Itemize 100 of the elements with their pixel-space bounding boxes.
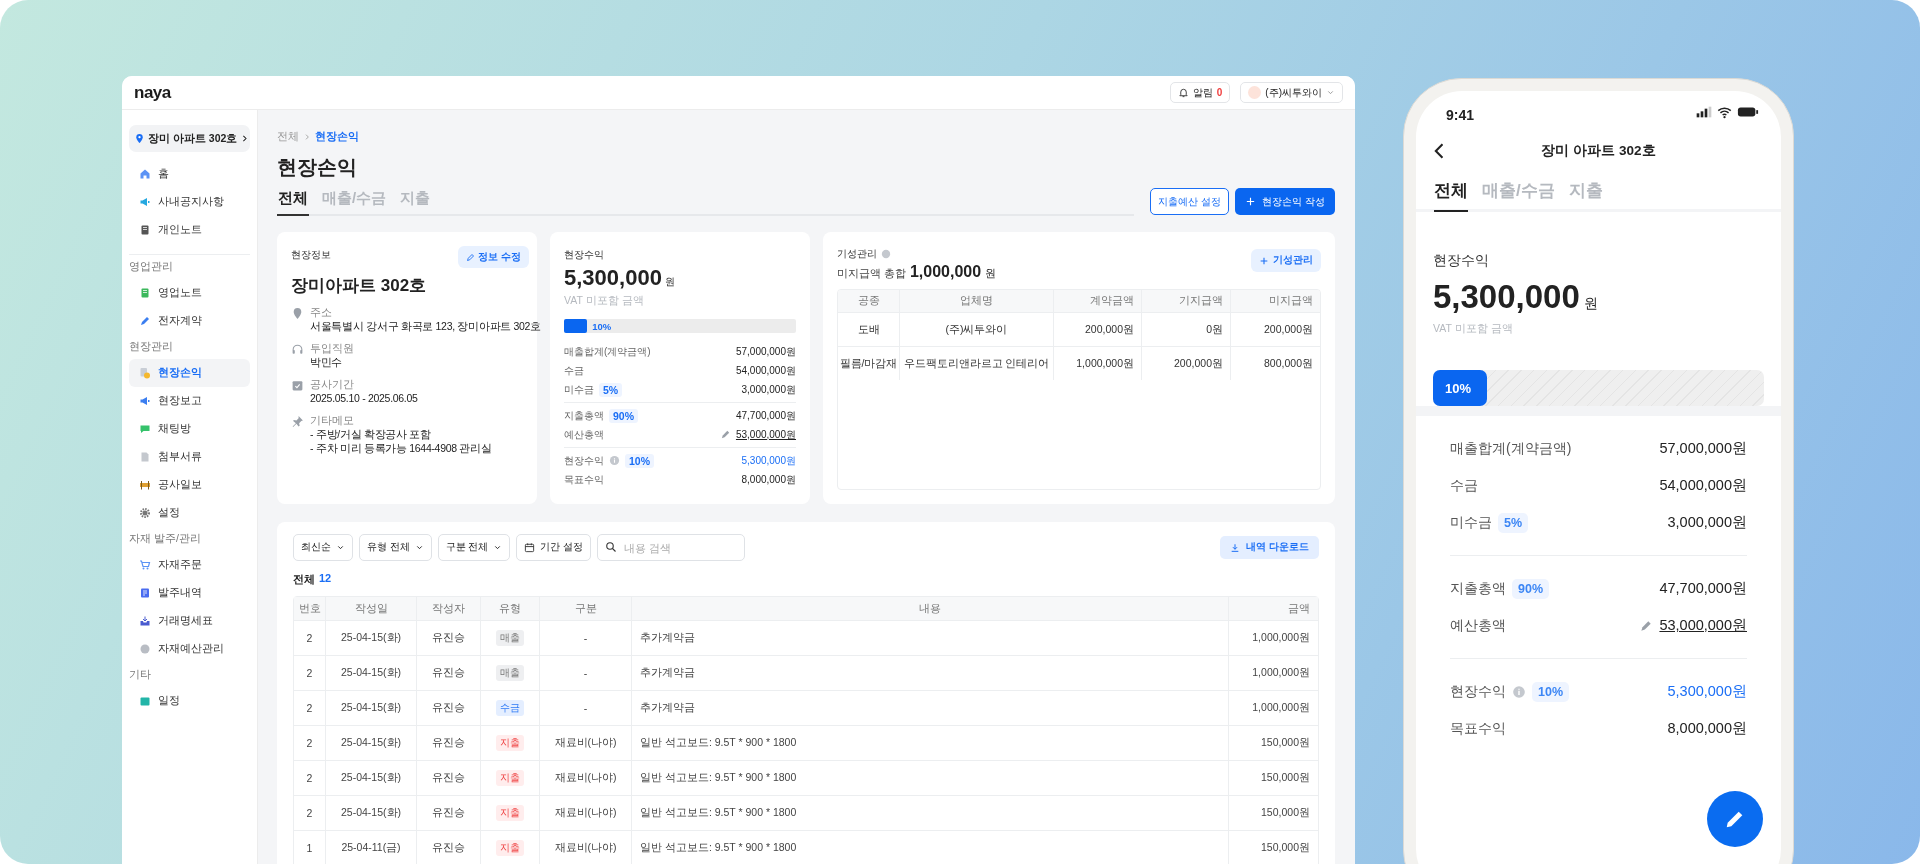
field-label: 기타메모: [310, 413, 355, 427]
percent-badge: 10%: [1532, 681, 1570, 702]
add-progress-button[interactable]: 기성관리: [1251, 249, 1321, 272]
row-value: 5,300,000원: [741, 453, 796, 468]
document-icon: [139, 451, 151, 463]
budget-settings-button[interactable]: 지출예산 설정: [1150, 188, 1230, 215]
sidebar-item[interactable]: 전자계약: [129, 307, 250, 335]
table-cell: 유진승: [417, 725, 481, 760]
create-button[interactable]: 현장손익 작성: [1235, 188, 1335, 215]
table-cell: 25-04-15(화): [326, 690, 417, 725]
percent-badge: 5%: [599, 382, 623, 397]
edit-info-button[interactable]: 정보 수정: [458, 246, 529, 268]
row-value: 8,000,000원: [1667, 719, 1747, 738]
table-cell: 2: [294, 795, 326, 830]
table-cell: 25-04-11(금): [326, 830, 417, 864]
table-cell: 150,000원: [1229, 760, 1318, 795]
table-cell: 일반 석고보드: 9.5T * 900 * 1800: [632, 830, 1229, 864]
filter-dropdown[interactable]: 유형 전체: [359, 534, 432, 561]
summary-amount: 1,000,000: [909, 263, 982, 281]
column-header: 기지급액: [1142, 290, 1231, 312]
table-cell: 200,000원: [1054, 312, 1142, 346]
row-label: 미수금: [1450, 513, 1492, 532]
filter-dropdown[interactable]: 최신순: [293, 534, 353, 561]
download-button[interactable]: 내역 다운로드: [1220, 536, 1319, 559]
row-label: 매출합계(계약금액): [1450, 439, 1572, 458]
table-cell: -: [540, 690, 632, 725]
row-value: 3,000,000원: [741, 382, 796, 397]
sidebar-item[interactable]: 현장보고: [129, 387, 250, 415]
info-icon: [881, 249, 891, 259]
table-cell: 추가계약금: [632, 620, 1229, 655]
wifi-icon: [1717, 104, 1732, 120]
type-tag: 지출: [496, 805, 524, 821]
tab[interactable]: 전체: [277, 185, 309, 216]
search-field[interactable]: 내용 검색: [596, 534, 745, 561]
tab[interactable]: 전체: [1434, 175, 1468, 212]
table-cell: 150,000원: [1229, 725, 1318, 760]
account-button[interactable]: (주)씨투와이: [1240, 82, 1343, 103]
field-value: - 주방/거실 확장공사 포함 - 주차 미리 등록가능 1644-4908 관리실: [310, 427, 492, 455]
progress-label: 10%: [592, 320, 612, 332]
sidebar-item[interactable]: 거래명세표: [129, 607, 250, 635]
sidebar-item[interactable]: 영업노트: [129, 279, 250, 307]
column-header: 번호: [294, 597, 326, 620]
total-label: 전체: [293, 572, 315, 587]
row-value: 47,700,000원: [1659, 579, 1747, 598]
sidebar-item[interactable]: 개인노트: [129, 216, 250, 244]
sidebar-item[interactable]: 홈: [129, 160, 250, 188]
table-cell: 유진승: [417, 690, 481, 725]
sidebar-item[interactable]: 자재주문: [129, 551, 250, 579]
table-cell: 0원: [1142, 312, 1231, 346]
alerts-button[interactable]: 알림 0: [1169, 82, 1231, 103]
sidebar-item[interactable]: 자재예산관리: [129, 635, 250, 663]
sidebar-item[interactable]: 현장손익: [129, 359, 250, 387]
pushpin-icon: [291, 415, 304, 428]
table-cell: 2: [294, 725, 326, 760]
column-header: 유형: [481, 597, 540, 620]
type-tag: 지출: [496, 770, 524, 786]
field-label: 투입직원: [310, 341, 354, 355]
breadcrumb-link[interactable]: 현장손익: [315, 130, 359, 144]
vat-note: VAT 미포함 금액: [564, 294, 645, 308]
headset-icon: [291, 343, 304, 356]
row-value: 54,000,000원: [1659, 476, 1747, 495]
card-title: 현장수익: [564, 248, 605, 262]
row-value: 8,000,000원: [741, 472, 796, 487]
sidebar-item[interactable]: 설정: [129, 499, 250, 527]
type-tag: 매출: [496, 665, 524, 681]
column-header: 공종: [838, 290, 900, 312]
account-name: (주)씨투와이: [1265, 85, 1322, 100]
cart-icon: [139, 559, 151, 571]
row-label: 목표수익: [564, 472, 604, 487]
sidebar-item[interactable]: 공사일보: [129, 471, 250, 499]
sidebar-item[interactable]: 사내공지사항: [129, 188, 250, 216]
row-label: 수금: [564, 363, 584, 378]
edit-button[interactable]: [1707, 791, 1763, 847]
table-cell: 1,000,000원: [1054, 346, 1142, 380]
row-value: 53,000,000원: [1659, 616, 1747, 635]
alerts-label: 알림: [1192, 85, 1213, 100]
sidebar-item[interactable]: 채팅방: [129, 415, 250, 443]
chat-bubble-icon: [139, 423, 151, 435]
table-cell: 유진승: [417, 795, 481, 830]
info-icon: [609, 455, 620, 466]
amount-value: 5,300,000: [1433, 278, 1580, 316]
sidebar-item[interactable]: 발주내역: [129, 579, 250, 607]
download-icon: [1230, 542, 1241, 553]
total-count: 12: [319, 572, 332, 586]
sidebar-item[interactable]: 첨부서류: [129, 443, 250, 471]
site-selector[interactable]: 장미 아파트 302호: [129, 125, 250, 152]
pencil-icon: [1639, 618, 1654, 633]
date-range-button[interactable]: 기간 설정: [516, 534, 591, 561]
column-header: 구분: [540, 597, 632, 620]
inbox-icon: [139, 615, 151, 627]
filter-dropdown[interactable]: 구분 전체: [437, 534, 511, 561]
table-cell: 150,000원: [1229, 795, 1318, 830]
table-cell: 유진승: [417, 655, 481, 690]
table-cell: 유진승: [417, 830, 481, 864]
screen-title: 장미 아파트 302호: [1541, 142, 1656, 160]
status-time: 9:41: [1446, 107, 1475, 123]
type-tag: 수금: [496, 700, 524, 716]
sidebar-item[interactable]: 일정: [129, 687, 250, 715]
table-cell: 1: [294, 830, 326, 864]
currency-unit: 원: [1583, 295, 1598, 313]
